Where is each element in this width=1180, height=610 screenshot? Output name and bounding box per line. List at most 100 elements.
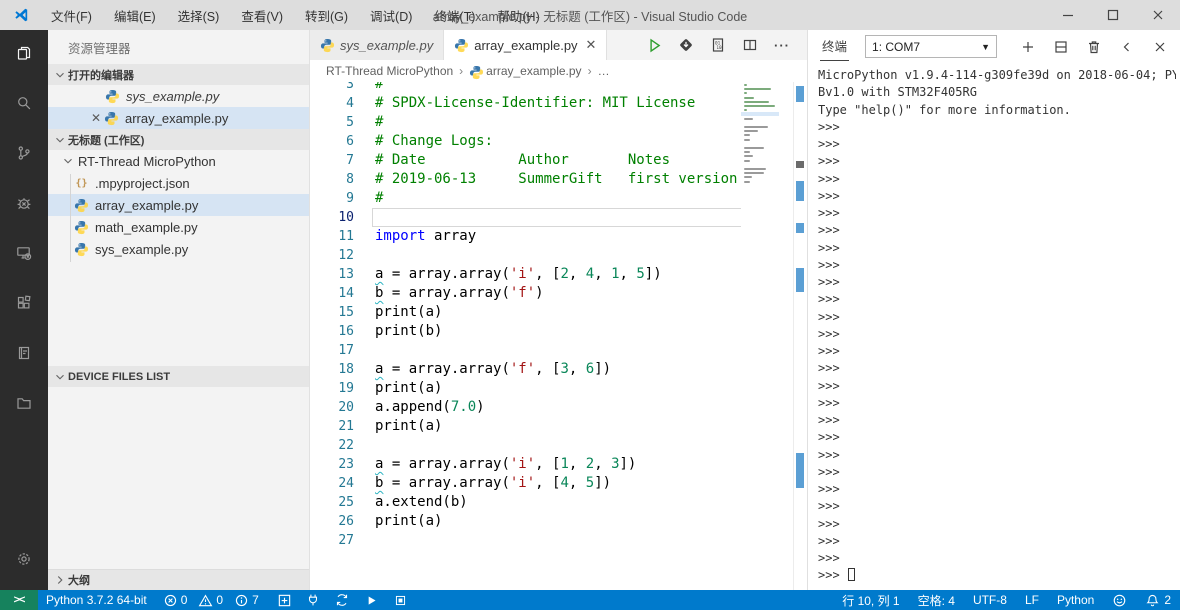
stop-icon[interactable] [393,593,408,608]
plug-icon[interactable] [306,593,321,608]
menu-G[interactable]: 转到(G) [294,0,359,30]
play-icon[interactable] [364,593,379,608]
code-line: 11 import array [310,227,807,246]
tree-file-row[interactable]: sys_example.py [48,238,309,260]
line-number: 20 [338,400,354,415]
line-number: 24 [338,476,354,491]
open-editor-item[interactable]: ✕ array_example.py [48,107,309,129]
code-text: # Change Logs: [375,133,494,149]
menu-E[interactable]: 编辑(E) [103,0,167,30]
ruler-mark [796,268,804,292]
close-icon[interactable]: ✕ [88,110,104,126]
trash-icon[interactable] [1082,35,1106,59]
outline-label: 大纲 [68,575,90,587]
terminal-port-select[interactable]: 1: COM7 ▼ [865,35,998,58]
warning-icon [199,594,213,606]
vscode-window: 文件(F) 编辑(E) 选择(S) 查看(V) 转到(G) 调试(D) 终端(T) 帮助(H)… [0,0,1180,610]
code-line: 4 # SPDX-License-Identifier: MIT License [310,94,807,113]
settings-icon[interactable] [0,536,48,582]
remote-indicator[interactable]: >< [0,590,38,610]
tree-file-row[interactable]: array_example.py [48,194,309,216]
sync-icon[interactable] [335,593,350,608]
maximize-button[interactable] [1090,0,1135,30]
split-panel-icon[interactable] [1049,35,1073,59]
feedback-smiley[interactable] [1103,590,1136,610]
download-icon[interactable] [675,34,697,56]
code-line: 19 print(a) [310,379,807,398]
terminal-prompt-line: >>> [818,533,840,548]
eol-setting[interactable]: LF [1016,590,1048,610]
python-file-icon [74,198,89,213]
problems-status[interactable]: 0 0 7 [155,590,267,610]
ruler-mark [796,223,804,233]
chevron-right-icon [52,572,68,588]
close-icon[interactable] [1148,35,1172,59]
tree-file-row[interactable]: math_example.py [48,216,309,238]
code-line: 6 # Change Logs: [310,132,807,151]
tab-sys_example.py[interactable]: sys_example.py [310,30,445,60]
menu-V[interactable]: 查看(V) [230,0,294,30]
device-files-header[interactable]: DEVICE FILES LIST [48,366,309,387]
extensions-icon[interactable] [0,280,48,326]
close-icon[interactable]: ✕ [586,37,597,53]
menu-S[interactable]: 选择(S) [167,0,231,30]
menu-F[interactable]: 文件(F) [40,0,103,30]
folder-icon[interactable] [0,380,48,426]
tree-folder-row[interactable]: RT-Thread MicroPython [48,150,309,172]
line-number: 4 [346,96,354,111]
open-editor-label: array_example.py [125,110,229,126]
minimap[interactable] [741,82,779,590]
terminal-tab[interactable]: 终端 [820,32,850,61]
source-control-icon[interactable] [0,130,48,176]
code-text: a.extend(b) [375,494,468,510]
code-text: print(b) [375,323,443,339]
more-actions-icon[interactable]: ··· [771,34,793,56]
breadcrumb-item[interactable]: array_example.py [486,64,581,78]
overview-ruler-scrollbar[interactable] [793,82,805,590]
search-icon[interactable] [0,80,48,126]
run-icon[interactable] [643,34,665,56]
debug-icon[interactable] [0,180,48,226]
binary-file-icon[interactable]: 01 10 [707,34,729,56]
notifications-bell[interactable]: 2 [1136,590,1180,610]
add-icon[interactable] [1016,35,1040,59]
breadcrumb-item[interactable]: RT-Thread MicroPython [326,64,453,78]
terminal-output[interactable]: MicroPython v1.9.4-114-g309fe39d on 2018… [818,67,1176,590]
add-box-icon[interactable] [277,593,292,608]
python-interpreter[interactable]: Python 3.7.2 64-bit [38,590,155,610]
terminal-cursor [847,568,855,582]
window-controls [1045,0,1180,30]
close-button[interactable] [1135,0,1180,30]
explorer-icon[interactable] [0,30,48,76]
open-editor-item[interactable]: sys_example.py [48,85,309,107]
notebook-icon[interactable] [0,330,48,376]
encoding-setting[interactable]: UTF-8 [964,590,1016,610]
terminal-prompt-line: >>> [818,361,840,376]
tree-file-list: {} .mpyproject.json array_example.py math_e… [48,172,309,260]
error-count: 0 [180,593,188,607]
line-number: 8 [346,172,354,187]
terminal-input-line: >>> [818,567,1176,584]
workspace-header[interactable]: 无标题 (工作区) [48,129,309,150]
line-number: 13 [338,267,354,282]
indent-setting[interactable]: 空格: 4 [909,590,964,610]
tab-array_example.py[interactable]: array_example.py ✕ [444,30,608,60]
line-number: 22 [338,438,354,453]
python-file-icon [320,38,335,53]
remote-device-icon[interactable] [0,230,48,276]
breadcrumb[interactable]: RT-Thread MicroPython › array_example.py ›… [310,60,807,82]
split-editor-icon[interactable] [739,34,761,56]
tree-file-row[interactable]: {} .mpyproject.json [48,172,309,194]
outline-header[interactable]: 大纲 [48,569,309,590]
menu-D[interactable]: 调试(D) [359,0,423,30]
minimize-button[interactable] [1045,0,1090,30]
language-mode[interactable]: Python [1048,590,1103,610]
code-line: 27 [310,531,807,550]
statusbar-action-icons [267,593,418,608]
code-editor[interactable]: 3 #4 # SPDX-License-Identifier: MIT Licens… [310,82,807,590]
cursor-position[interactable]: 行 10, 列 1 [833,590,908,610]
chevron-left-icon[interactable] [1115,35,1139,59]
open-editors-header[interactable]: 打开的编辑器 [48,64,309,85]
breadcrumb-item[interactable]: … [598,64,610,78]
chevron-down-icon [52,67,68,83]
